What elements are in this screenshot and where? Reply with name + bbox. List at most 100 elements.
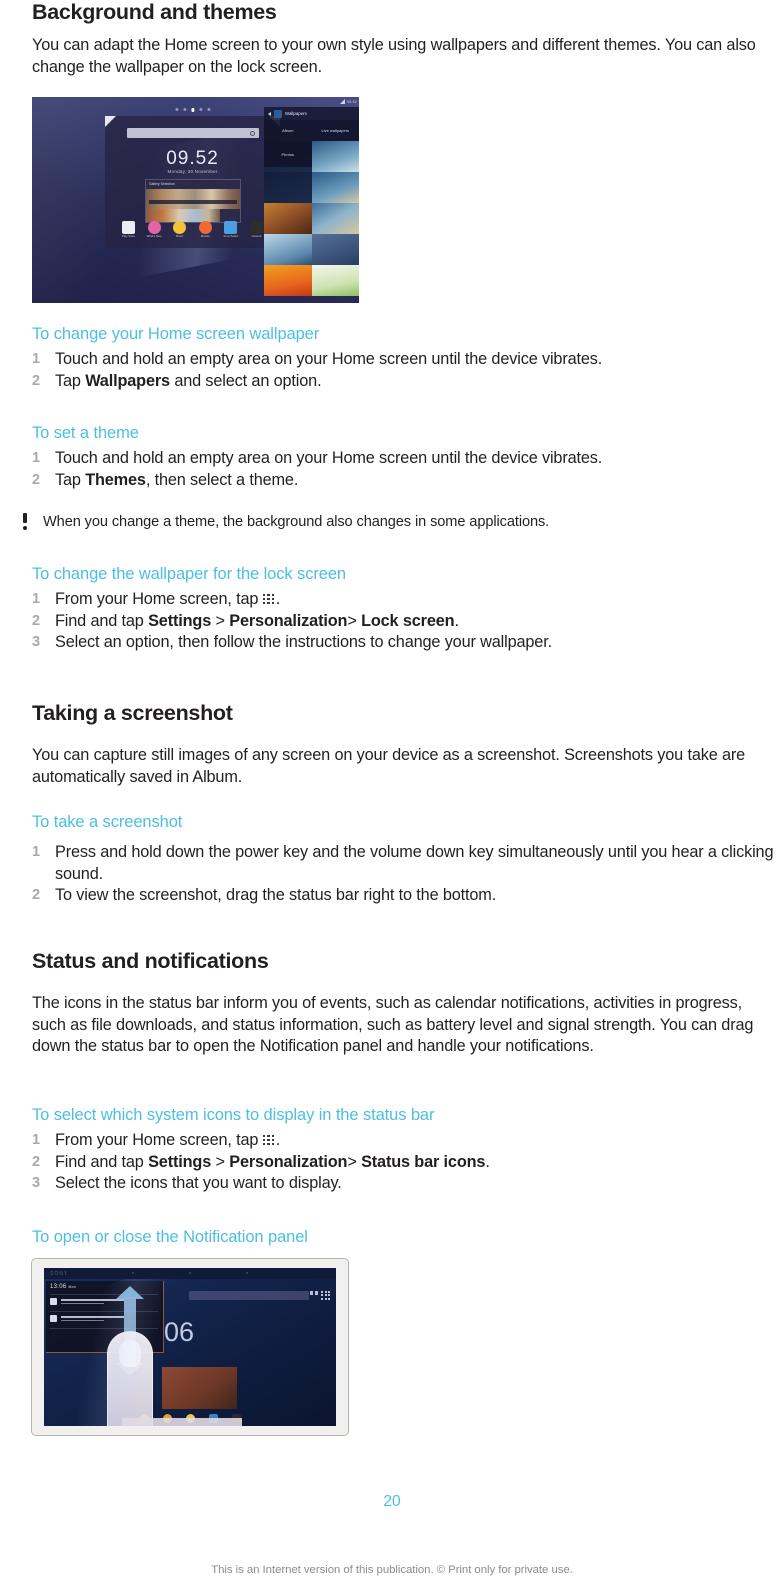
figure-tablet-clock: 06	[164, 1319, 194, 1346]
step-item: From your Home screen, tap .	[32, 1130, 774, 1152]
figure-dock-app: Sony Select	[223, 220, 239, 239]
step-text: Select the icons that you want to displa…	[55, 1174, 342, 1192]
step-text: >	[211, 1152, 230, 1171]
figure-widget-title: Gallery Selection	[149, 182, 175, 186]
figure-tab-photos: Photos	[264, 141, 312, 167]
figure-wallpapers-header: Wallpapers	[264, 107, 359, 120]
figure-wallpapers-tabs: Album Live wallpapers	[264, 120, 359, 141]
figure-wallpapers-photos-row: Photos	[264, 141, 359, 167]
step-text: Tap	[55, 470, 86, 489]
step-bold-term: Themes	[85, 470, 146, 489]
step-text: To view the screenshot, drag the status …	[55, 886, 497, 904]
figure-wallpapers-panel: 09.52 Wallpapers Album Live wallpapers P…	[264, 97, 359, 303]
notification-panel-drag-figure: SONY 06 13:06 Mon	[31, 1258, 349, 1436]
figure-tab-album: Album	[282, 128, 294, 133]
figure-dock-app-label: What's New	[146, 234, 162, 239]
intro-paragraph-status: The icons in the status bar inform you o…	[32, 994, 754, 1055]
figure-tablet-widget	[162, 1367, 237, 1409]
manual-page: Background and themes You can adapt the …	[0, 0, 784, 1589]
step-text: Find and tap	[55, 1152, 149, 1171]
steps-set-theme: Touch and hold an empty area on your Hom…	[32, 448, 774, 491]
step-text: From your Home screen, tap	[55, 1131, 263, 1149]
drag-up-arrow-icon	[116, 1286, 144, 1299]
exclamation-icon	[21, 513, 31, 530]
step-bold-term: Personalization	[229, 1152, 348, 1171]
app-drawer-grid-icon	[321, 1291, 330, 1300]
step-text: .	[485, 1152, 490, 1171]
figure-tablet-clock-value: 06	[164, 1317, 195, 1347]
step-text: Select an option, then follow the instru…	[55, 633, 552, 651]
step-bold-term: Lock screen	[361, 611, 455, 630]
figure-dock-app-label: Music	[176, 234, 184, 239]
drag-down-arrow-icon	[116, 1363, 144, 1376]
figure-tablet-status-icons	[310, 1291, 318, 1295]
step-text: Touch and hold an empty area on your Hom…	[55, 350, 603, 368]
footer-notice: This is an Internet version of this publ…	[211, 1564, 573, 1576]
step-item: Find and tap Settings > Personalization>…	[32, 611, 774, 633]
step-text: Touch and hold an empty area on your Hom…	[55, 449, 603, 467]
step-item: Press and hold down the power key and th…	[32, 842, 774, 885]
note-theme-background: When you change a theme, the background …	[20, 512, 762, 532]
step-item: Select an option, then follow the instru…	[32, 632, 774, 654]
notification-app-icon	[50, 1315, 57, 1322]
step-text: Find and tap	[55, 611, 149, 630]
figure-clock: 09.52	[166, 148, 219, 169]
wallpapers-app-icon	[274, 109, 282, 118]
step-bold-term: Status bar icons	[361, 1152, 486, 1171]
note-text: When you change a theme, the background …	[43, 514, 550, 530]
step-text: .	[275, 1131, 281, 1149]
figure-status-bar: 09.52	[340, 99, 357, 104]
page-number: 20	[383, 1493, 401, 1510]
procedure-heading-set-theme: To set a theme	[32, 424, 139, 442]
step-text: .	[275, 590, 281, 608]
step-text: Tap	[55, 371, 86, 390]
step-item: From your Home screen, tap .	[32, 589, 774, 611]
step-text: Press and hold down the power key and th…	[55, 843, 774, 883]
figure-dock-app-label: Camera	[251, 234, 262, 239]
step-bold-term: Wallpapers	[85, 371, 170, 390]
step-item: Tap Wallpapers and select an option.	[32, 371, 774, 393]
home-page-indicator	[174, 108, 211, 112]
step-bold-term: Settings	[148, 611, 212, 630]
figure-tablet-bezel-dots	[44, 1272, 336, 1274]
figure-tablet-search-bar	[189, 1291, 309, 1300]
panel-corner-top-left	[105, 116, 116, 127]
step-bold-term: Personalization	[229, 611, 348, 630]
step-text: and select an option.	[169, 371, 322, 390]
step-text: >	[211, 611, 230, 630]
figure-notification-row	[50, 1297, 158, 1309]
figure-dock-app: Movies	[198, 220, 213, 238]
figure-date: Monday, 30 November	[167, 169, 218, 174]
notification-app-icon	[50, 1298, 57, 1305]
figure-dock-app-label: Play Store	[122, 234, 135, 239]
steps-change-home-wallpaper: Touch and hold an empty area on your Hom…	[32, 349, 774, 392]
figure-tablet-home-screen: 06 13:06 Mon	[44, 1279, 336, 1426]
app-drawer-grid-icon	[262, 1135, 276, 1146]
steps-change-lock-wallpaper: From your Home screen, tap . Find and ta…	[32, 589, 774, 654]
figure-dock-app: Camera	[249, 220, 264, 239]
fingernail	[119, 1340, 141, 1367]
page-title: Background and themes	[32, 0, 277, 24]
figure-tablet-dock	[44, 1414, 336, 1423]
figure-notification-panel: 13:06 Mon	[46, 1281, 164, 1353]
figure-dock-app: What's New	[146, 220, 162, 239]
step-item: Touch and hold an empty area on your Hom…	[32, 349, 774, 371]
figure-gallery-widget: Gallery Selection	[145, 179, 241, 223]
drag-arrow-shaft	[124, 1297, 136, 1367]
step-item: Tap Themes, then select a theme.	[32, 470, 774, 492]
step-text: >	[347, 611, 362, 630]
step-text: From your Home screen, tap	[55, 590, 263, 608]
figure-tablet-stand	[122, 1418, 242, 1426]
step-text: >	[347, 1152, 362, 1171]
figure-dock-app: Music	[172, 220, 187, 239]
step-item: Select the icons that you want to displa…	[32, 1173, 774, 1195]
figure-dock-app-label: Sony Select	[223, 234, 239, 239]
figure-tablet-screen: SONY 06 13:06 Mon	[44, 1268, 336, 1426]
procedure-heading-select-system-icons: To select which system icons to display …	[32, 1106, 435, 1124]
section-title-status-notifications: Status and notifications	[32, 949, 269, 973]
home-screen-preview-panel: 09.52 Monday, 30 November Gallery Select…	[105, 116, 280, 248]
figure-dock-app: Play Store	[121, 220, 136, 239]
back-arrow-icon	[268, 111, 271, 116]
figure-status-time: 09.52	[347, 99, 357, 104]
steps-take-screenshot: Press and hold down the power key and th…	[32, 842, 774, 907]
